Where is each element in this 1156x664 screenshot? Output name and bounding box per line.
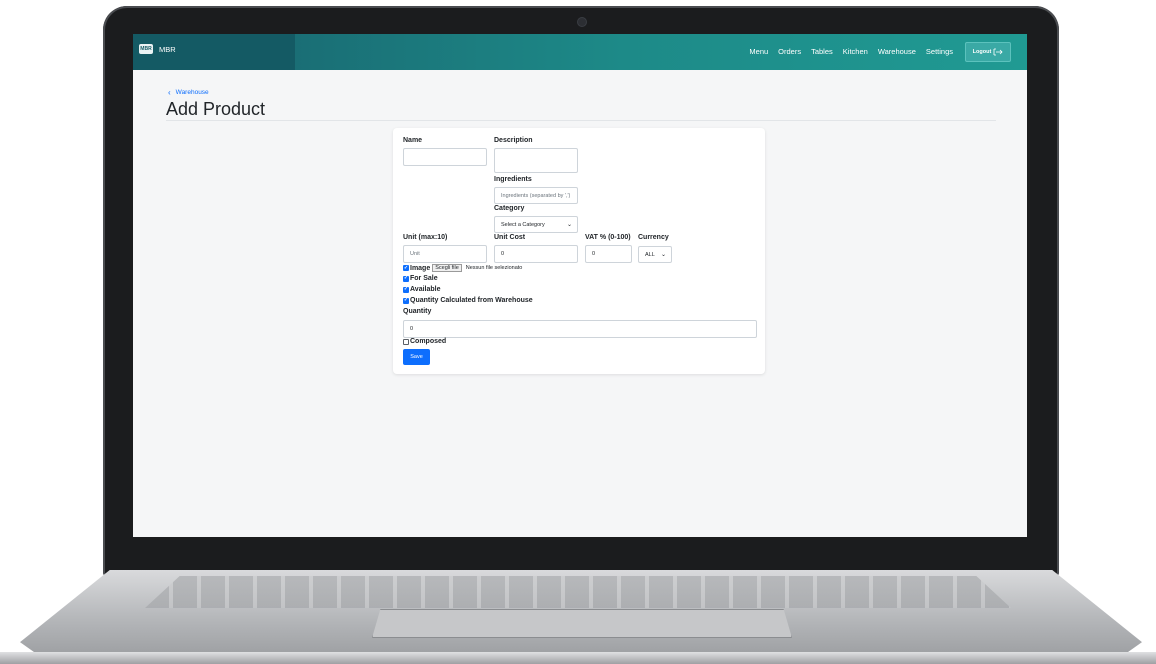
nav-item-tables[interactable]: Tables bbox=[811, 47, 833, 56]
nav-item-kitchen[interactable]: Kitchen bbox=[843, 47, 868, 56]
logout-label: Logout bbox=[972, 49, 992, 55]
composed-checkbox[interactable] bbox=[403, 338, 409, 345]
nav-item-settings[interactable]: Settings bbox=[926, 47, 953, 56]
app-screen: MBR MBR Menu Orders Tables Kitchen Wareh… bbox=[133, 34, 1027, 537]
available-row: ✓ Available bbox=[403, 286, 440, 293]
add-product-form: Name Description Ingredients Ingredients… bbox=[393, 128, 765, 374]
image-row: ✓ Image Scegli file Nessun file selezion… bbox=[403, 264, 522, 272]
currency-label: Currency bbox=[638, 234, 669, 241]
for-sale-checkbox[interactable]: ✓ bbox=[403, 275, 409, 282]
name-input[interactable] bbox=[403, 148, 487, 166]
qty-from-warehouse-row: ✓ Quantity Calculated from Warehouse bbox=[403, 297, 533, 304]
category-label: Category bbox=[494, 205, 525, 212]
vat-input[interactable]: 0 bbox=[585, 245, 632, 263]
breadcrumb[interactable]: ‹ Warehouse bbox=[168, 88, 209, 97]
for-sale-row: ✓ For Sale bbox=[403, 275, 438, 282]
quantity-label: Quantity bbox=[403, 308, 432, 315]
brand[interactable]: MBR MBR bbox=[139, 44, 176, 54]
logout-icon bbox=[993, 48, 1003, 56]
brand-name: MBR bbox=[159, 44, 176, 54]
save-button[interactable]: Save bbox=[403, 349, 430, 365]
currency-selected: ALL bbox=[645, 251, 655, 258]
nav-item-orders[interactable]: Orders bbox=[778, 47, 801, 56]
laptop-front-edge bbox=[0, 652, 1156, 664]
description-label: Description bbox=[494, 137, 533, 144]
qty-from-warehouse-checkbox[interactable]: ✓ bbox=[403, 297, 409, 304]
description-input[interactable] bbox=[494, 148, 578, 173]
navbar: MBR MBR Menu Orders Tables Kitchen Wareh… bbox=[133, 34, 1027, 70]
image-checkbox[interactable]: ✓ bbox=[403, 265, 409, 271]
name-label: Name bbox=[403, 137, 423, 144]
divider bbox=[166, 120, 996, 121]
chevron-left-icon: ‹ bbox=[168, 88, 171, 97]
logout-button[interactable]: Logout bbox=[965, 42, 1011, 62]
laptop-trackpad bbox=[372, 609, 792, 638]
unit-cost-input[interactable]: 0 bbox=[494, 245, 578, 263]
unit-input[interactable]: Unit bbox=[403, 245, 487, 263]
unit-label: Unit (max:10) bbox=[403, 234, 448, 241]
available-label: Available bbox=[410, 286, 441, 293]
composed-row: Composed bbox=[403, 338, 446, 345]
page-title: Add Product bbox=[166, 99, 266, 119]
laptop-keyboard bbox=[145, 576, 1011, 608]
unit-cost-label: Unit Cost bbox=[494, 234, 526, 241]
breadcrumb-back-link[interactable]: Warehouse bbox=[176, 89, 209, 96]
vat-label: VAT % (0-100) bbox=[585, 234, 631, 241]
category-selected: Select a Category bbox=[501, 221, 545, 228]
choose-file-button[interactable]: Scegli file bbox=[432, 264, 462, 272]
nav-item-menu[interactable]: Menu bbox=[749, 47, 768, 56]
brand-logo: MBR bbox=[139, 44, 153, 54]
for-sale-label: For Sale bbox=[410, 275, 438, 282]
ingredients-label: Ingredients bbox=[494, 176, 532, 183]
qty-from-warehouse-label: Quantity Calculated from Warehouse bbox=[410, 297, 533, 304]
nav-links: Menu Orders Tables Kitchen Warehouse Set… bbox=[749, 47, 953, 56]
quantity-input[interactable]: 0 bbox=[403, 320, 757, 338]
file-status: Nessun file selezionato bbox=[465, 265, 523, 271]
available-checkbox[interactable]: ✓ bbox=[403, 286, 409, 293]
ingredients-input[interactable]: Ingredients (separated by ',') bbox=[494, 187, 578, 204]
image-label: Image bbox=[410, 264, 431, 272]
composed-label: Composed bbox=[410, 338, 447, 345]
chevron-down-icon: ⌄ bbox=[566, 222, 572, 228]
category-select[interactable]: Select a Category ⌄ bbox=[494, 216, 578, 233]
camera-icon bbox=[577, 17, 587, 27]
currency-select[interactable]: ALL ⌄ bbox=[638, 246, 672, 263]
chevron-down-icon: ⌄ bbox=[660, 252, 666, 258]
nav-item-warehouse[interactable]: Warehouse bbox=[878, 47, 916, 56]
